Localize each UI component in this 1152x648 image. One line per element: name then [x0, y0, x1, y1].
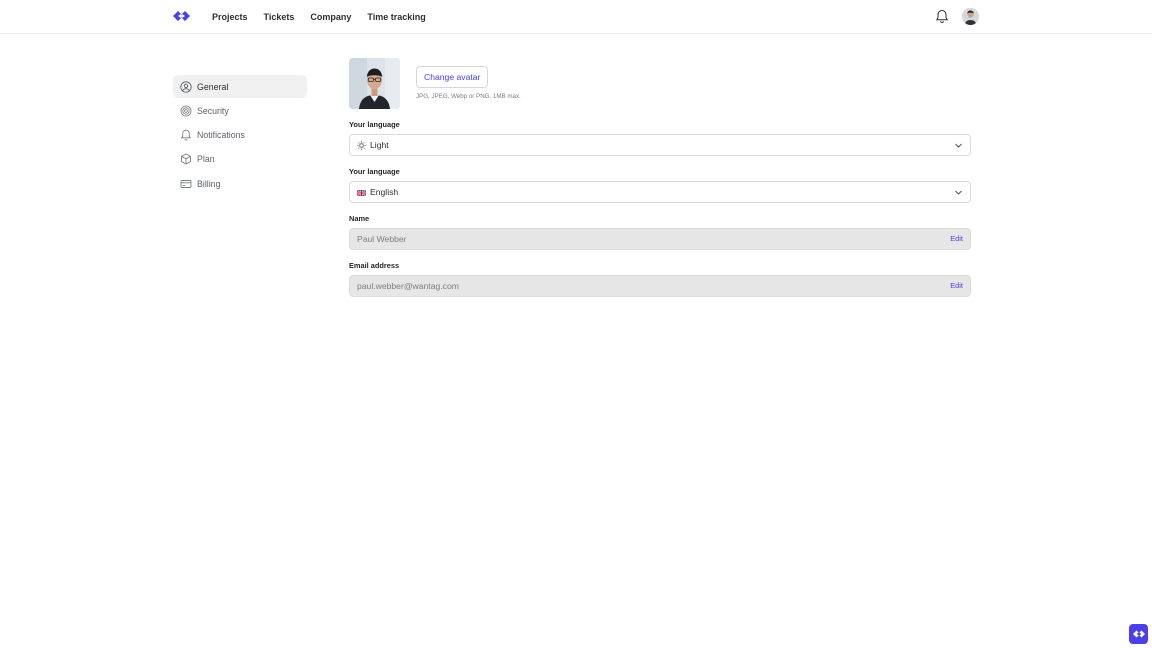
sidebar-item-label: Security	[197, 105, 229, 116]
main-nav: Projects Tickets Company Time tracking	[212, 0, 442, 34]
user-avatar[interactable]	[962, 8, 979, 25]
name-label: Name	[349, 214, 370, 223]
chevron-down-icon	[955, 190, 962, 195]
email-value: paul.webber@wantag.com	[357, 281, 459, 291]
chevron-down-icon	[955, 143, 962, 148]
floating-brand-button[interactable]	[1129, 624, 1148, 644]
top-navbar: Projects Tickets Company Time tracking	[0, 0, 1152, 34]
bell-icon	[180, 129, 192, 141]
language-select[interactable]: English	[349, 181, 971, 203]
brand-logo-icon	[1132, 630, 1145, 638]
box-icon	[181, 153, 191, 165]
sun-icon	[357, 140, 366, 150]
settings-sidebar: General Security Notifications Plan Bill…	[173, 75, 307, 196]
sidebar-item-label: General	[197, 81, 229, 92]
theme-select-value: Light	[370, 140, 389, 150]
sidebar-item-label: Billing	[197, 178, 221, 189]
theme-label: Your language	[349, 120, 400, 129]
profile-avatar-image	[349, 58, 400, 109]
sidebar-item-label: Notifications	[197, 130, 245, 141]
credit-card-icon	[180, 179, 192, 188]
nav-time-tracking[interactable]: Time tracking	[367, 12, 425, 22]
email-field: paul.webber@wantag.com Edit	[349, 275, 971, 297]
uk-flag-icon	[357, 189, 366, 196]
avatar-file-hint: JPG, JPEG, Webp or PNG. 1MB max.	[416, 93, 521, 100]
sidebar-item-label: Plan	[197, 154, 215, 165]
nav-tickets[interactable]: Tickets	[264, 12, 295, 22]
change-avatar-button[interactable]: Change avatar	[416, 66, 489, 88]
sidebar-item-notifications[interactable]: Notifications	[173, 124, 307, 147]
language-label: Your language	[349, 167, 400, 176]
name-field: Paul Webber Edit	[349, 228, 971, 250]
sidebar-item-general[interactable]: General	[173, 75, 307, 98]
edit-email-button[interactable]: Edit	[950, 281, 963, 290]
user-circle-icon	[180, 80, 192, 93]
sidebar-item-billing[interactable]: Billing	[173, 172, 307, 195]
sidebar-item-plan[interactable]: Plan	[173, 148, 307, 171]
theme-select[interactable]: Light	[349, 134, 971, 156]
sidebar-item-security[interactable]: Security	[173, 99, 307, 122]
edit-name-button[interactable]: Edit	[950, 234, 963, 243]
language-select-value: English	[370, 187, 399, 197]
nav-company[interactable]: Company	[310, 12, 351, 22]
nav-projects[interactable]: Projects	[212, 12, 248, 22]
bell-icon[interactable]	[935, 9, 949, 24]
brand-logo-icon[interactable]	[173, 9, 190, 23]
fingerprint-icon	[180, 105, 192, 117]
name-value: Paul Webber	[357, 234, 407, 244]
email-label: Email address	[349, 261, 400, 270]
